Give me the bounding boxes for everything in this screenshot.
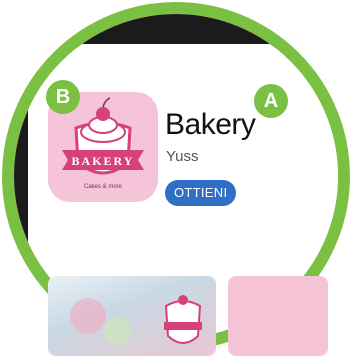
phone-bezel-top <box>54 14 338 48</box>
callout-badge-a: A <box>254 84 288 118</box>
app-store-zoom-view: BAKERY Cakes & more B A Bakery Yuss OTTI… <box>0 0 352 356</box>
phone-bezel-left <box>14 36 28 338</box>
app-title: Bakery <box>165 108 256 141</box>
icon-tagline-text: Cakes & more <box>84 184 123 190</box>
callout-badge-b: B <box>46 80 80 114</box>
screenshot-preview-graphic <box>70 295 202 345</box>
icon-brand-text: BAKERY <box>72 154 135 168</box>
app-screenshot-thumbnail-1[interactable] <box>48 276 216 356</box>
app-developer[interactable]: Yuss <box>166 148 199 165</box>
get-button[interactable]: OTTIENI <box>165 180 237 206</box>
app-screenshot-thumbnail-2[interactable] <box>228 276 328 356</box>
